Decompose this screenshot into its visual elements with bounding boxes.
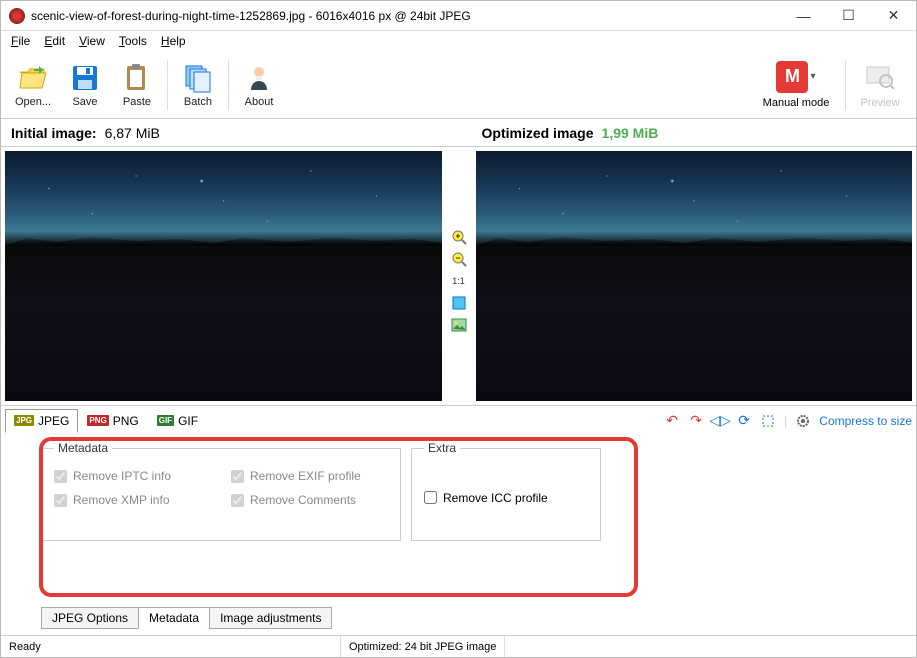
remove-iptc-checkbox: Remove IPTC info	[54, 469, 211, 483]
picture-icon[interactable]	[451, 317, 467, 333]
save-button[interactable]: Save	[59, 54, 111, 116]
person-icon	[243, 62, 275, 94]
preview-button: Preview	[850, 61, 910, 109]
crop-icon[interactable]	[760, 413, 776, 429]
initial-image-label: Initial image:	[11, 125, 97, 141]
optimized-image-label: Optimized image	[482, 125, 594, 141]
close-button[interactable]: ✕	[871, 1, 916, 30]
extra-legend: Extra	[424, 441, 460, 455]
app-icon	[9, 8, 25, 24]
jpeg-badge-icon: JPG	[14, 415, 34, 426]
image-compare-row: 1:1	[1, 147, 916, 405]
gif-tab-label: GIF	[178, 414, 198, 428]
open-label: Open...	[15, 96, 51, 108]
fit-icon[interactable]	[451, 295, 467, 311]
metadata-legend: Metadata	[54, 441, 112, 455]
menu-file[interactable]: File	[5, 32, 36, 50]
menu-help[interactable]: Help	[155, 32, 192, 50]
remove-icc-checkbox[interactable]: Remove ICC profile	[424, 491, 548, 505]
tab-image-adjustments[interactable]: Image adjustments	[209, 607, 332, 629]
menu-bar: File Edit View Tools Help	[1, 31, 916, 51]
tab-gif[interactable]: GIF GIF	[148, 409, 207, 433]
optimized-image-pane[interactable]	[472, 147, 917, 405]
options-panel: Metadata Remove IPTC info Remove EXIF pr…	[1, 435, 916, 635]
info-row: Initial image: 6,87 MiB Optimized image …	[1, 119, 916, 147]
manual-mode-icon: M	[776, 61, 808, 93]
tab-metadata[interactable]: Metadata	[138, 607, 210, 629]
compress-to-size-link[interactable]: Compress to size	[819, 414, 912, 428]
zoom-in-icon[interactable]	[451, 229, 467, 245]
separator	[228, 60, 229, 110]
rotate-icon[interactable]: ⟳	[736, 413, 752, 429]
open-button[interactable]: Open...	[7, 54, 59, 116]
separator	[845, 60, 846, 110]
remove-exif-input	[231, 470, 244, 483]
redo-icon[interactable]: ↷	[688, 413, 704, 429]
separator	[167, 60, 168, 110]
extra-fieldset: Extra Remove ICC profile	[411, 441, 601, 541]
batch-label: Batch	[184, 96, 212, 108]
jpeg-tab-label: JPEG	[38, 414, 69, 428]
menu-tools[interactable]: Tools	[113, 32, 153, 50]
preview-label: Preview	[860, 97, 899, 109]
remove-exif-checkbox: Remove EXIF profile	[231, 469, 388, 483]
bottom-tabs: JPEG Options Metadata Image adjustments	[41, 607, 331, 629]
manual-mode-button[interactable]: M ▾ Manual mode	[751, 61, 841, 109]
about-label: About	[245, 96, 274, 108]
status-ready: Ready	[1, 636, 341, 657]
tab-png[interactable]: PNG PNG	[78, 409, 147, 433]
remove-xmp-input	[54, 494, 67, 507]
gear-icon[interactable]	[795, 413, 811, 429]
initial-image-pane[interactable]	[1, 147, 446, 405]
maximize-button[interactable]: ☐	[826, 1, 871, 30]
format-row: JPG JPEG PNG PNG GIF GIF ↶ ↷ ◁▷ ⟳ | Comp…	[1, 405, 916, 435]
remove-comments-label: Remove Comments	[250, 493, 356, 507]
minimize-button[interactable]: —	[781, 1, 826, 30]
remove-iptc-label: Remove IPTC info	[73, 469, 171, 483]
remove-icc-label: Remove ICC profile	[443, 491, 548, 505]
clipboard-icon	[121, 62, 153, 94]
remove-comments-checkbox: Remove Comments	[231, 493, 388, 507]
png-badge-icon: PNG	[87, 415, 108, 426]
save-label: Save	[72, 96, 97, 108]
remove-icc-input[interactable]	[424, 491, 437, 504]
metadata-fieldset: Metadata Remove IPTC info Remove EXIF pr…	[41, 441, 401, 541]
tab-jpeg[interactable]: JPG JPEG	[5, 409, 78, 433]
manual-mode-label: Manual mode	[763, 97, 830, 109]
paste-button[interactable]: Paste	[111, 54, 163, 116]
remove-comments-input	[231, 494, 244, 507]
floppy-icon	[69, 62, 101, 94]
zoom-out-icon[interactable]	[451, 251, 467, 267]
remove-xmp-checkbox: Remove XMP info	[54, 493, 211, 507]
dropdown-icon: ▾	[810, 71, 815, 82]
folder-open-icon	[17, 62, 49, 94]
status-optimized: Optimized: 24 bit JPEG image	[341, 636, 505, 657]
undo-icon[interactable]: ↶	[664, 413, 680, 429]
batch-button[interactable]: Batch	[172, 54, 224, 116]
status-bar: Ready Optimized: 24 bit JPEG image	[1, 635, 916, 657]
flip-h-icon[interactable]: ◁▷	[712, 413, 728, 429]
window-title: scenic-view-of-forest-during-night-time-…	[31, 9, 781, 23]
zoom-tools: 1:1	[446, 147, 472, 405]
remove-xmp-label: Remove XMP info	[73, 493, 170, 507]
tab-jpeg-options[interactable]: JPEG Options	[41, 607, 139, 629]
menu-view[interactable]: View	[73, 32, 111, 50]
gif-badge-icon: GIF	[157, 415, 174, 426]
about-button[interactable]: About	[233, 54, 285, 116]
png-tab-label: PNG	[113, 414, 139, 428]
one-to-one-button[interactable]: 1:1	[451, 273, 467, 289]
title-bar: scenic-view-of-forest-during-night-time-…	[1, 1, 916, 31]
toolbar: Open... Save Paste Batch About M ▾ Manua…	[1, 51, 916, 119]
remove-exif-label: Remove EXIF profile	[250, 469, 361, 483]
remove-iptc-input	[54, 470, 67, 483]
separator: |	[784, 414, 787, 428]
batch-icon	[182, 62, 214, 94]
paste-label: Paste	[123, 96, 151, 108]
menu-edit[interactable]: Edit	[38, 32, 71, 50]
initial-image-value: 6,87 MiB	[105, 125, 160, 141]
magnifier-icon	[864, 61, 896, 93]
optimized-image-value: 1,99 MiB	[602, 125, 659, 141]
